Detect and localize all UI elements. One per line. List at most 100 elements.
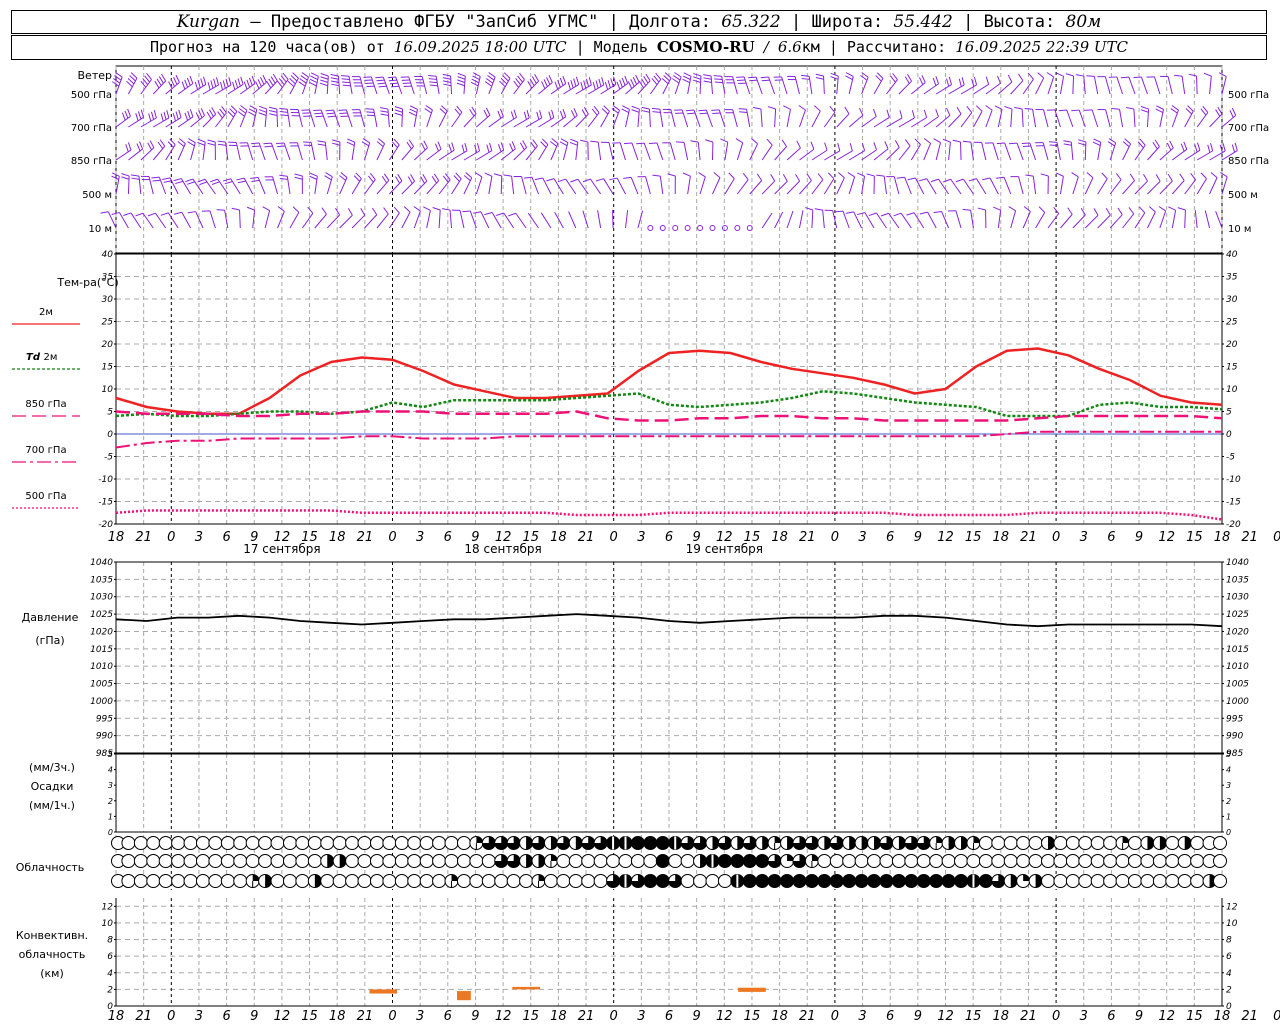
cloud-symbol xyxy=(891,874,906,888)
cloud-symbol xyxy=(867,874,882,888)
cloud-symbol xyxy=(581,874,596,888)
wind-barb-feather xyxy=(279,111,288,113)
wind-barb-feather xyxy=(899,110,903,119)
wind-barb xyxy=(612,209,614,229)
wind-barb-feather xyxy=(442,77,451,80)
wind-barb xyxy=(451,111,463,128)
cloud-symbol-outline xyxy=(1140,854,1155,868)
wind-barb-feather xyxy=(918,178,927,182)
x-tick-label: 21 xyxy=(357,530,374,545)
cloud-symbol-outline xyxy=(419,874,434,888)
wind-barb-feather xyxy=(324,175,332,181)
wind-barb-feather xyxy=(560,138,569,144)
cloud-symbol-outline xyxy=(133,854,148,868)
wind-barb-feather xyxy=(958,78,962,87)
y-tick-label-right: 4 xyxy=(1226,766,1231,775)
wind-barb xyxy=(1060,214,1073,229)
wind-barb xyxy=(503,212,515,229)
wind-barb-feather xyxy=(845,75,853,81)
wind-barb-feather xyxy=(181,81,186,90)
wind-level-label-left: 850 гПа xyxy=(71,156,112,167)
wind-barb-feather xyxy=(1080,207,1086,216)
cloud-symbol xyxy=(904,874,919,888)
wind-barb xyxy=(264,210,271,229)
x-tick-label: 18 xyxy=(108,1009,125,1024)
wind-barb-feather xyxy=(1229,110,1234,118)
x-tick-label: 9 xyxy=(471,1009,479,1024)
wind-barb-feather xyxy=(513,109,517,118)
wind-barb-feather xyxy=(1093,208,1099,216)
wind-barb xyxy=(927,211,937,229)
wind-barb xyxy=(370,76,378,95)
wind-barb-feather xyxy=(437,141,442,150)
wind-barb-feather xyxy=(590,140,599,143)
wind-barb-feather xyxy=(175,111,179,120)
x-tick-label: 21 xyxy=(799,1009,816,1024)
cloud-symbol-outline xyxy=(444,854,459,868)
cloud-symbol-outline xyxy=(1213,874,1227,888)
wind-barb xyxy=(768,76,776,95)
wind-barb-feather xyxy=(301,72,309,78)
wind-barb-feather xyxy=(299,78,307,84)
cloud-symbol xyxy=(1103,836,1118,850)
x-tick-label: 21 xyxy=(135,530,152,545)
y-tick-label-left: 995 xyxy=(96,714,113,724)
wind-barb-feather xyxy=(272,73,278,82)
wind-barb-feather xyxy=(224,181,233,185)
cloud-symbol xyxy=(295,874,310,888)
wind-barb-feather xyxy=(184,112,189,121)
wind-barb-feather xyxy=(215,77,220,86)
y-tick-label-left: 3 xyxy=(108,781,113,790)
cloud-symbol-outline xyxy=(1190,836,1205,850)
wind-barb xyxy=(981,142,987,161)
wind-barb-feather xyxy=(121,112,126,121)
cloud-symbol xyxy=(245,854,260,868)
wind-barb xyxy=(401,211,411,229)
wind-barb xyxy=(681,109,689,128)
wind-barb-feather xyxy=(381,175,388,184)
wind-barb xyxy=(1066,109,1074,128)
wind-barb-feather xyxy=(588,77,592,86)
x-tick-label: 21 xyxy=(1241,530,1258,545)
cloud-symbol xyxy=(817,874,832,888)
wind-barb-feather xyxy=(279,174,288,177)
cloud-symbol xyxy=(767,874,782,888)
cloud-symbol xyxy=(804,874,819,888)
wind-barb xyxy=(192,178,204,195)
cloud-symbol-outline xyxy=(842,854,857,868)
cloud-symbol-outline xyxy=(494,874,509,888)
wind-barb xyxy=(138,176,142,195)
wind-barb-feather xyxy=(262,74,267,83)
wind-barb-feather xyxy=(317,143,326,146)
x-tick-label: 0 xyxy=(167,1009,175,1024)
wind-barb-feather xyxy=(173,77,178,85)
cloud-symbol xyxy=(357,874,372,888)
cloud-symbol xyxy=(208,874,223,888)
wind-barb xyxy=(761,180,776,195)
wind-barb-feather xyxy=(160,212,169,216)
wind-barb-feather xyxy=(294,176,303,180)
temperature-panel-label: Тем-ра(°C) xyxy=(56,276,118,289)
cloud-symbol xyxy=(767,836,782,850)
cloud-symbol xyxy=(332,874,347,888)
wind-barb-feather xyxy=(805,207,813,211)
wind-barb xyxy=(1196,150,1213,161)
cloud-symbol xyxy=(618,874,633,888)
wind-barb xyxy=(438,149,455,161)
wind-barb-feather xyxy=(497,110,502,119)
day-label: 17 сентября xyxy=(243,542,320,556)
wind-barb-feather xyxy=(493,173,502,177)
pressure-panel-label: Давление xyxy=(22,611,79,624)
y-tick-label-left: 8 xyxy=(107,936,113,946)
wind-barb-feather xyxy=(189,109,194,117)
wind-barb xyxy=(808,76,813,95)
cloud-symbol xyxy=(643,836,658,850)
wind-barb xyxy=(476,150,493,161)
wind-barb-feather xyxy=(645,73,651,82)
wind-barb xyxy=(1184,209,1186,229)
convective-cloud-bar xyxy=(369,989,398,994)
cloud-symbol xyxy=(817,836,832,850)
wind-barb-feather xyxy=(868,212,877,217)
cloud-symbol-outline xyxy=(195,854,210,868)
wind-barb-feather xyxy=(317,140,326,143)
